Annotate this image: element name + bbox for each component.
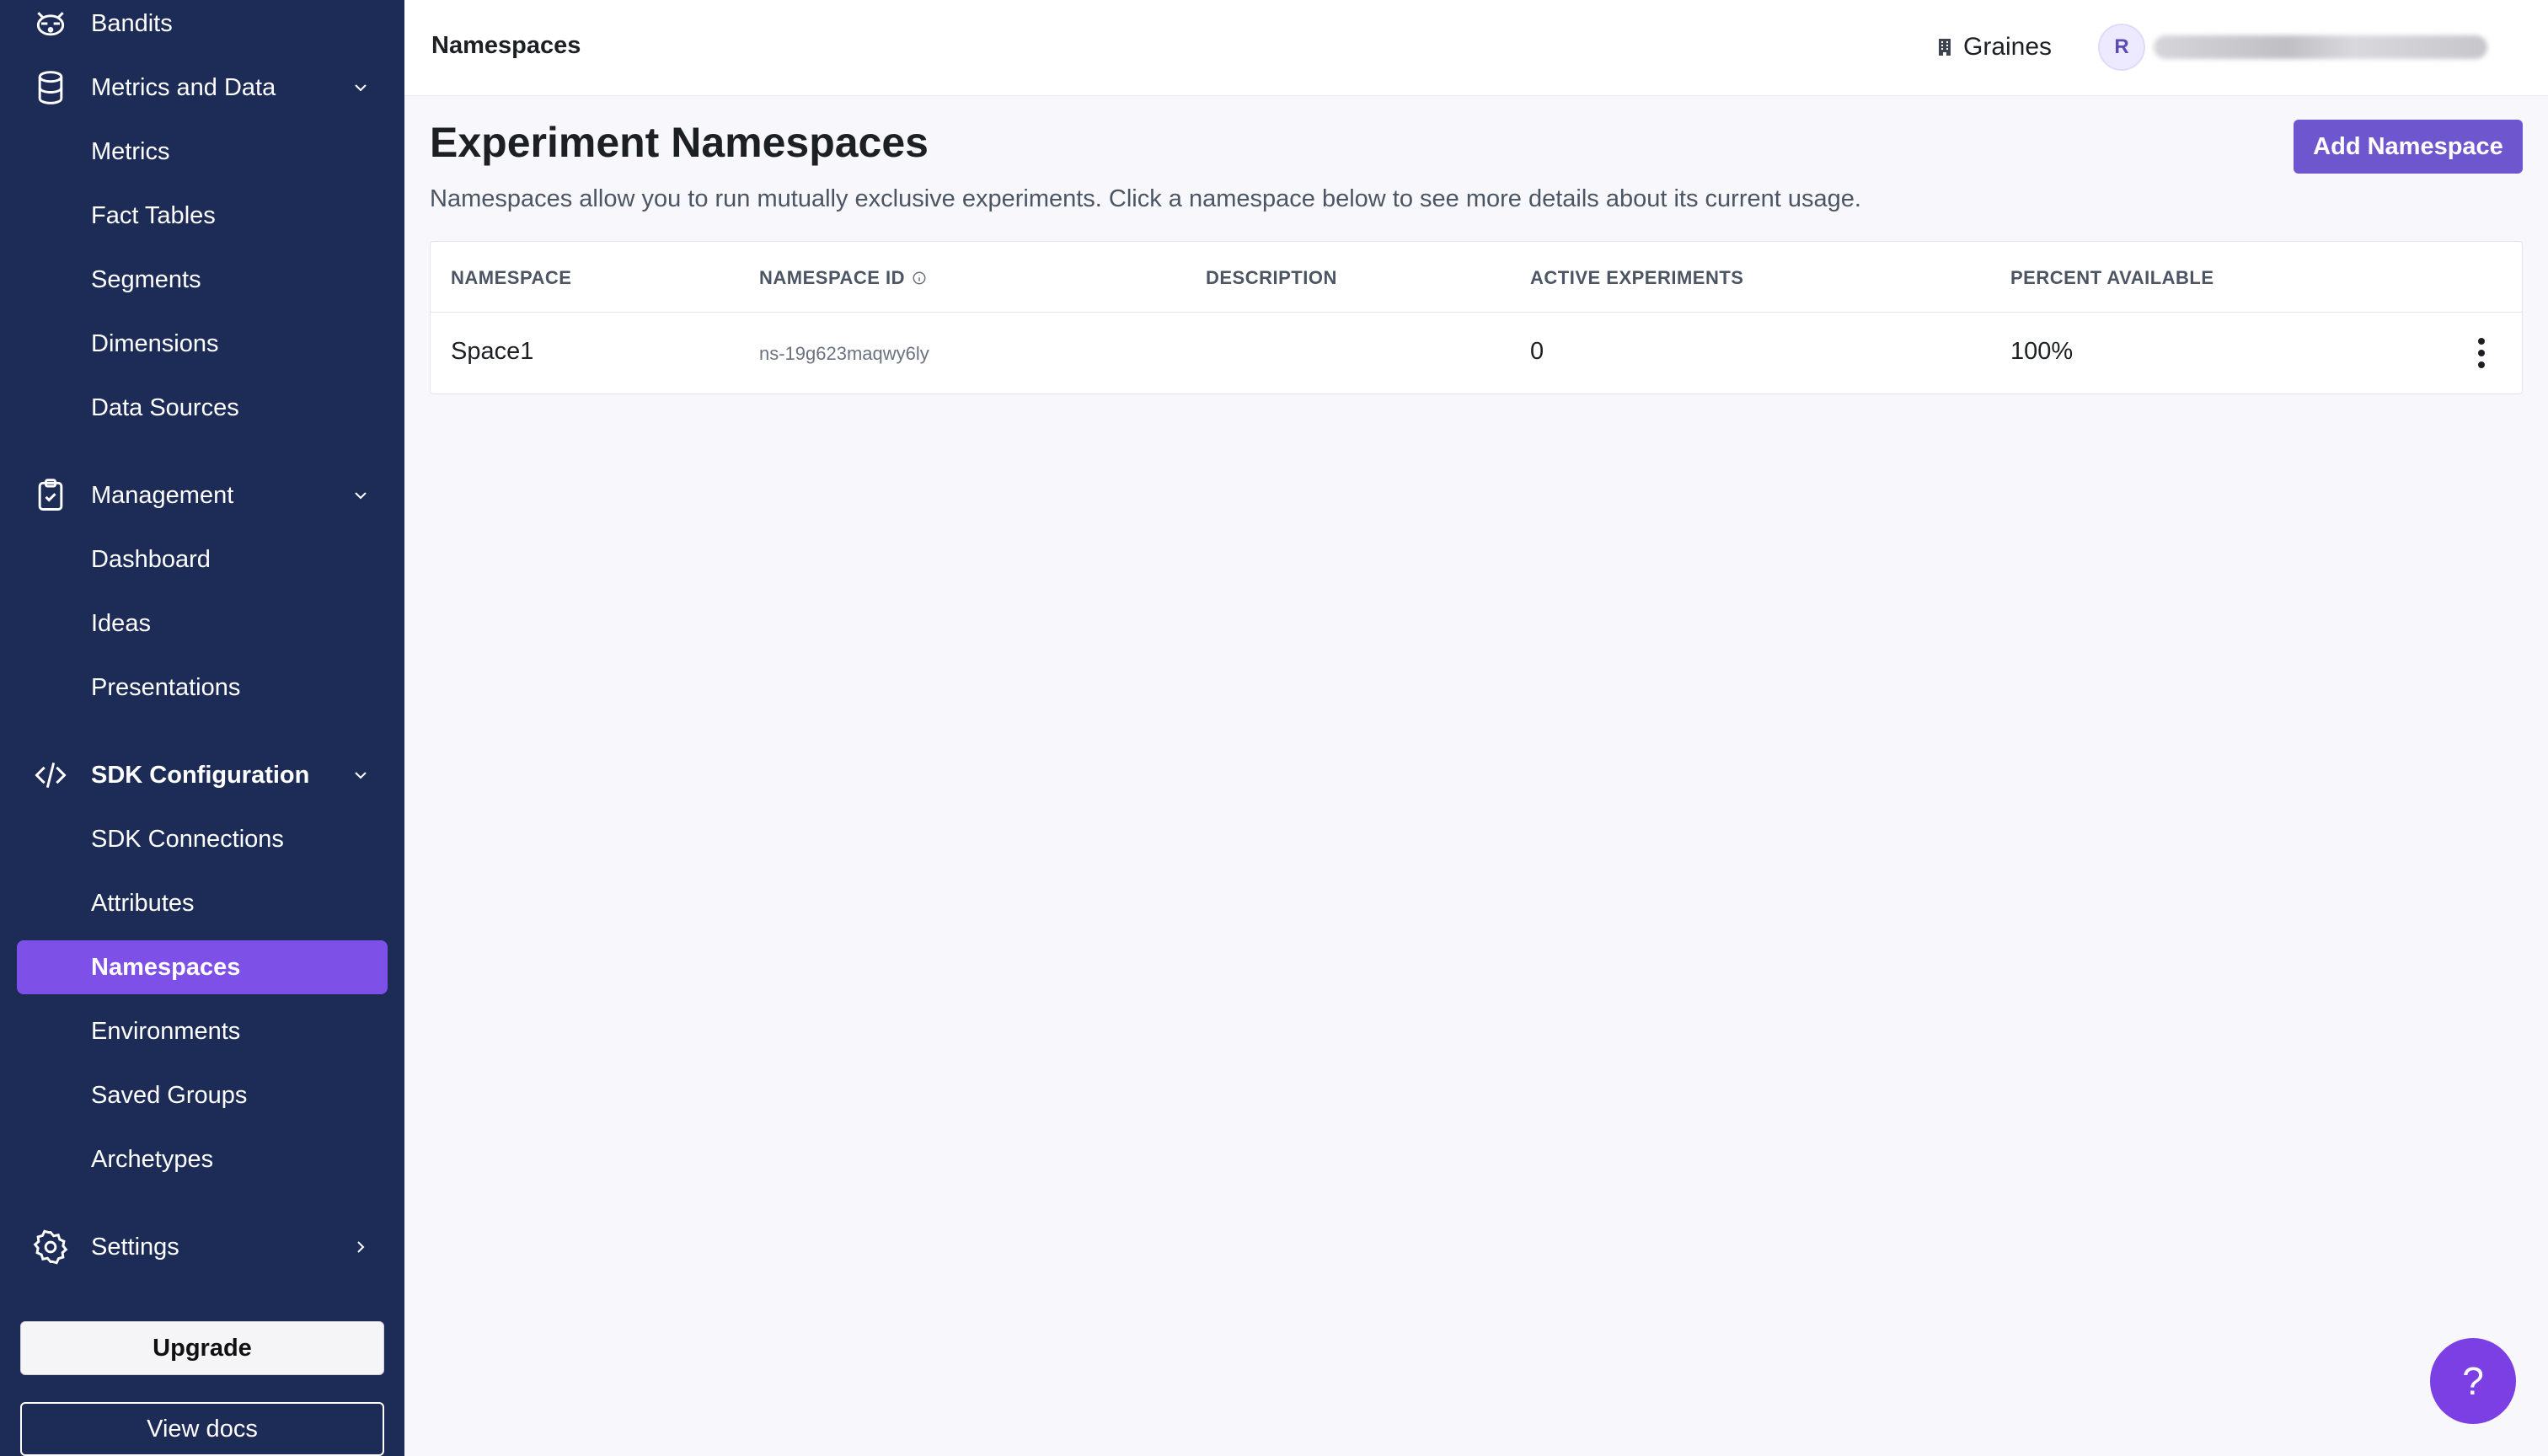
help-button[interactable]: ? [2430, 1338, 2516, 1424]
sidebar-group-label: Metrics and Data [91, 73, 276, 101]
sidebar-group-settings[interactable]: Settings [0, 1215, 404, 1279]
section-description: Namespaces allow you to run mutually exc… [430, 185, 1861, 212]
chevron-down-icon [347, 74, 374, 101]
user-name-redacted [2154, 35, 2487, 59]
info-icon[interactable] [912, 270, 927, 286]
sidebar-item-environments[interactable]: Environments [17, 1004, 388, 1058]
column-header-namespace-id: NAMESPACE ID [759, 267, 927, 289]
chevron-down-icon [347, 762, 374, 789]
sidebar-item-segments[interactable]: Segments [17, 253, 388, 307]
sidebar-item-dashboard[interactable]: Dashboard [17, 533, 388, 586]
sidebar-group-label: SDK Configuration [91, 761, 310, 789]
sidebar-item-metrics[interactable]: Metrics [17, 125, 388, 179]
clipboard-check-icon [30, 475, 71, 516]
sidebar: Bandits Metrics and Data Metrics Fact Ta… [0, 0, 404, 1456]
code-icon [30, 755, 71, 795]
namespace-name: Space1 [451, 338, 534, 365]
view-docs-button[interactable]: View docs [20, 1402, 384, 1456]
org-name: Graines [1963, 33, 2053, 61]
sidebar-item-bandits[interactable]: Bandits [0, 0, 404, 56]
chevron-down-icon [347, 482, 374, 509]
database-icon [30, 67, 71, 108]
page-title: Namespaces [431, 32, 581, 59]
sidebar-group-management[interactable]: Management [0, 463, 404, 527]
sidebar-item-saved-groups[interactable]: Saved Groups [17, 1068, 388, 1122]
chevron-right-icon [347, 1234, 374, 1261]
table-header-row: NAMESPACE NAMESPACE ID DESCRIPTION ACTIV… [431, 242, 2522, 313]
more-options-icon[interactable] [2465, 335, 2498, 372]
sidebar-item-dimensions[interactable]: Dimensions [17, 317, 388, 371]
sidebar-item-namespaces[interactable]: Namespaces [17, 940, 388, 994]
avatar[interactable]: R [2098, 24, 2145, 71]
sidebar-item-attributes[interactable]: Attributes [17, 876, 388, 930]
sidebar-item-archetypes[interactable]: Archetypes [17, 1132, 388, 1186]
sidebar-group-sdk[interactable]: SDK Configuration [0, 743, 404, 807]
sidebar-item-ideas[interactable]: Ideas [17, 597, 388, 650]
namespaces-table: NAMESPACE NAMESPACE ID DESCRIPTION ACTIV… [430, 241, 2523, 394]
section-heading: Experiment Namespaces [430, 119, 929, 166]
upgrade-button[interactable]: Upgrade [20, 1321, 384, 1375]
sidebar-group-label: Management [91, 481, 234, 509]
percent-available: 100% [2010, 338, 2074, 365]
org-selector[interactable]: Graines [1935, 30, 2052, 64]
column-header-description: DESCRIPTION [1206, 267, 1337, 288]
top-bar: Namespaces Graines R [404, 0, 2548, 96]
sidebar-item-label: Bandits [91, 9, 173, 37]
raccoon-icon [30, 3, 71, 44]
sidebar-group-metrics[interactable]: Metrics and Data [0, 56, 404, 120]
gear-icon [30, 1227, 71, 1267]
column-header-percent-available: PERCENT AVAILABLE [2010, 267, 2214, 288]
column-header-namespace: NAMESPACE [451, 267, 572, 288]
building-icon [1939, 39, 1951, 56]
sidebar-item-sdk-connections[interactable]: SDK Connections [17, 812, 388, 866]
column-header-active-experiments: ACTIVE EXPERIMENTS [1530, 267, 1744, 288]
namespace-id: ns-19g623maqwy6ly [759, 343, 929, 364]
sidebar-group-label: Settings [91, 1233, 179, 1261]
sidebar-item-fact-tables[interactable]: Fact Tables [17, 189, 388, 243]
active-experiments-count: 0 [1530, 338, 1544, 365]
table-row[interactable]: Space1 ns-19g623maqwy6ly 0 100% [431, 313, 2522, 393]
add-namespace-button[interactable]: Add Namespace [2294, 120, 2523, 174]
sidebar-item-data-sources[interactable]: Data Sources [17, 381, 388, 435]
sidebar-item-presentations[interactable]: Presentations [17, 661, 388, 715]
